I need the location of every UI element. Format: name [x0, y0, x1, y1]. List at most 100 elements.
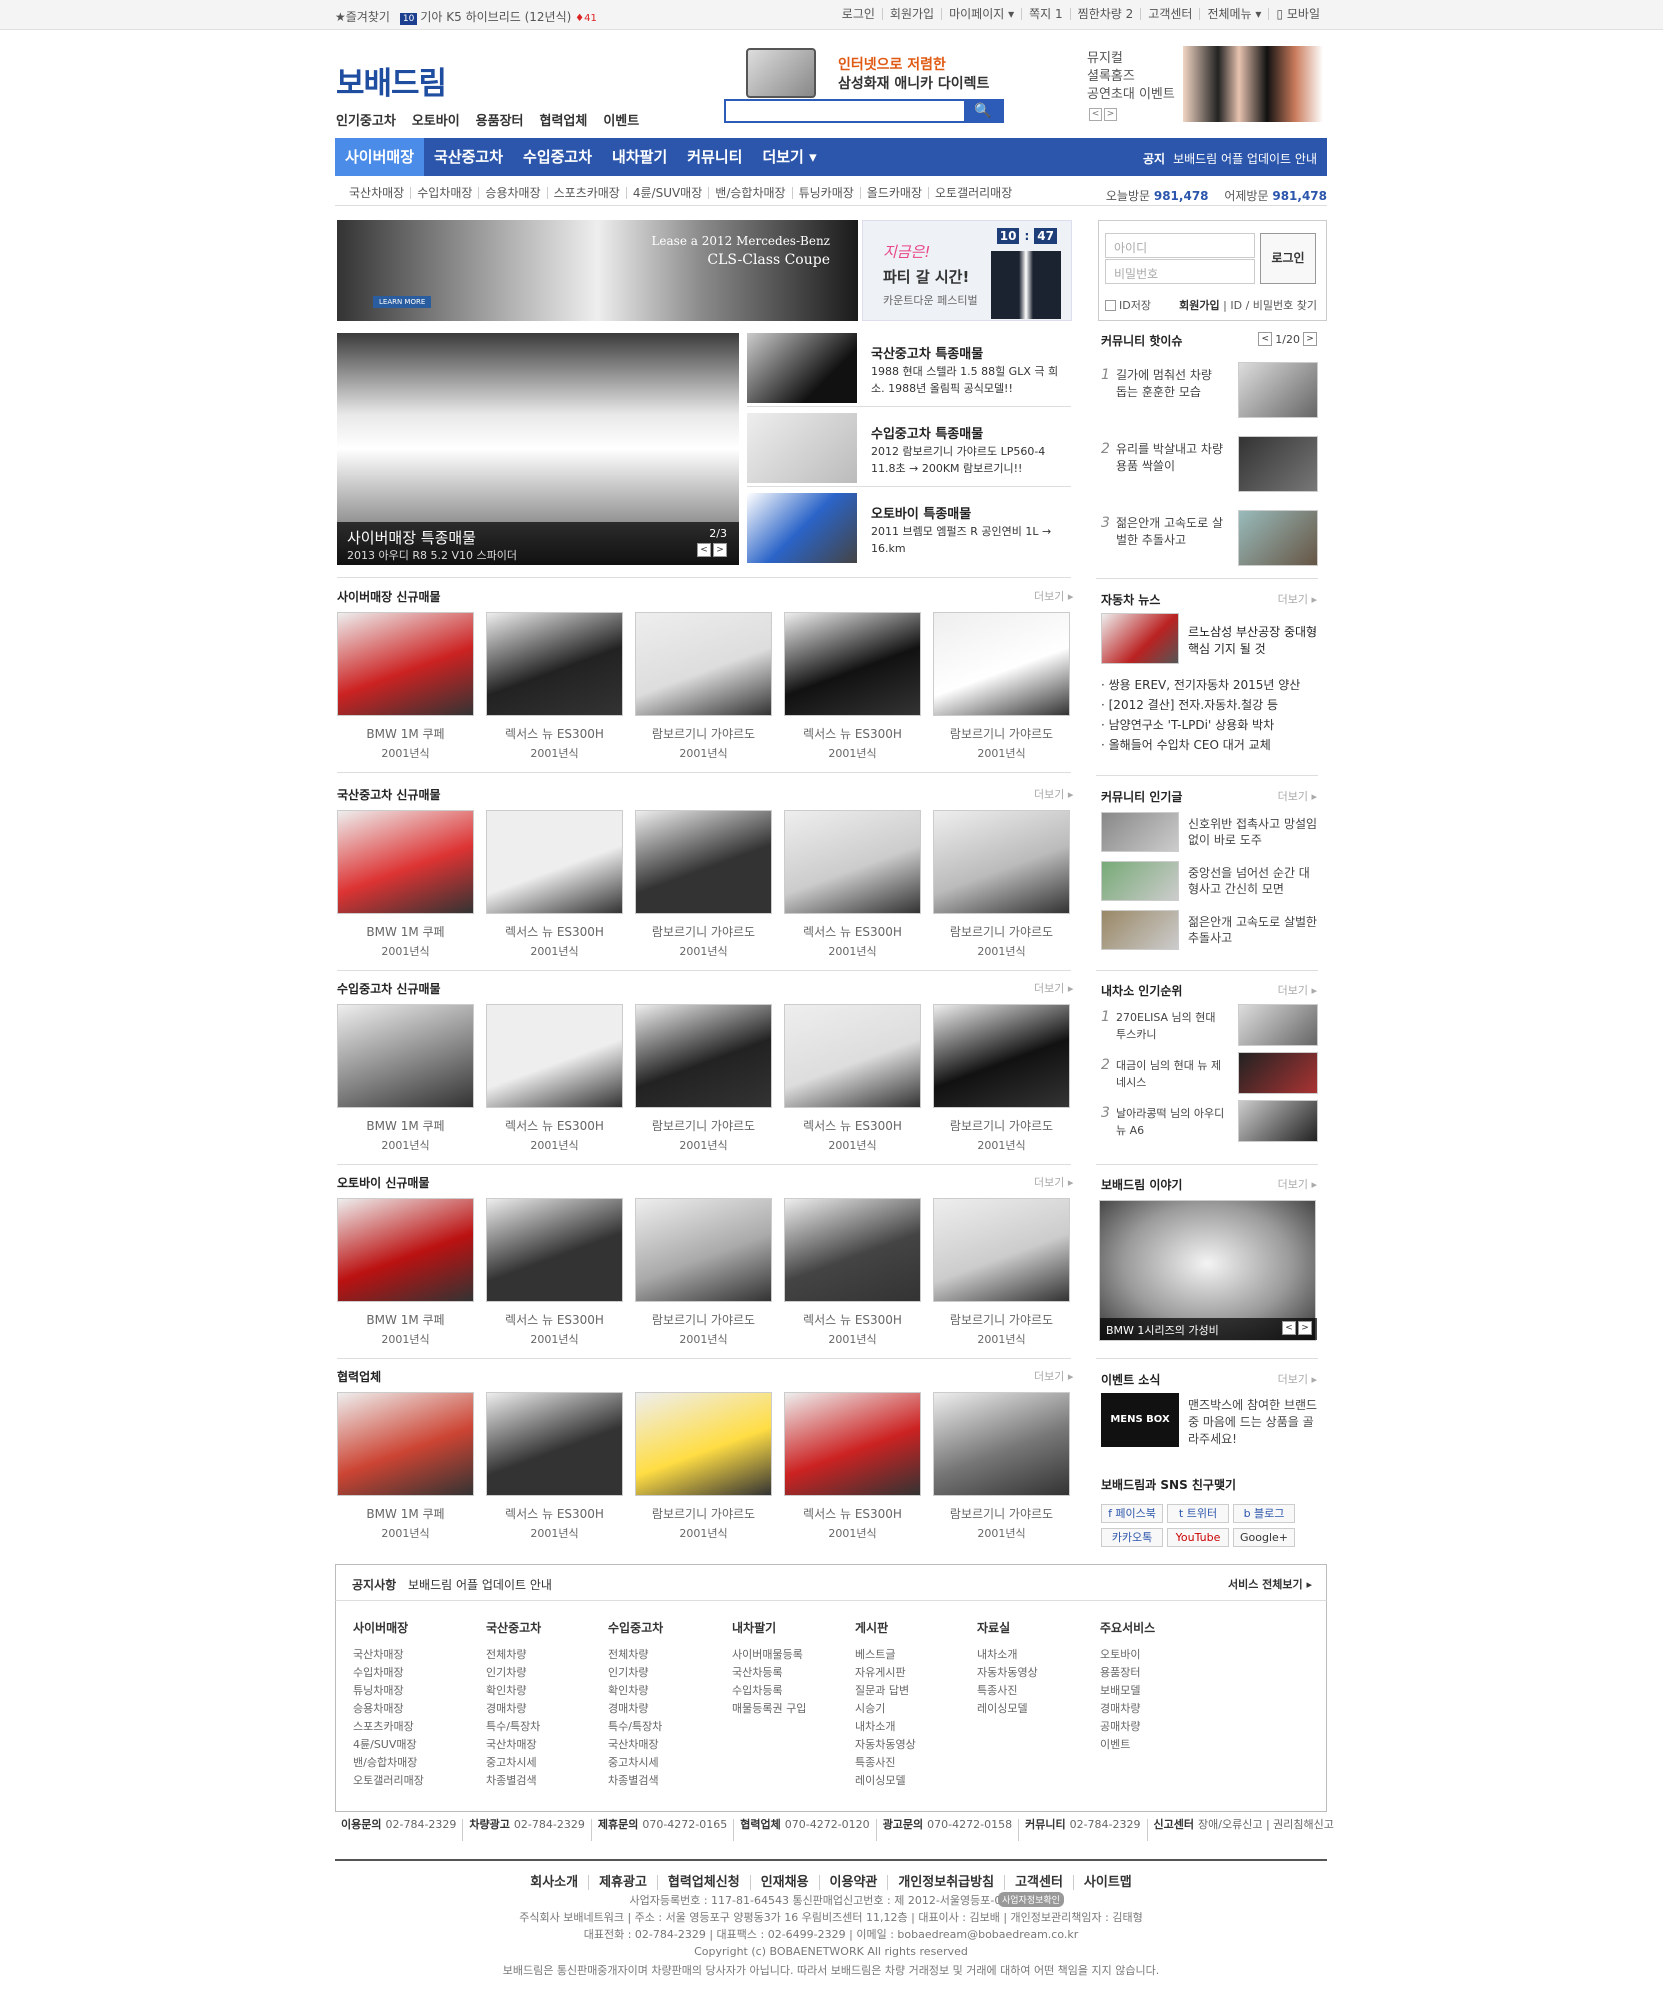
sitemap-link[interactable]: 특수/특장차: [486, 1718, 541, 1736]
list-item[interactable]: 2 유리를 박살내고 차량용품 싹쓸이: [1096, 436, 1318, 494]
wishlist-link[interactable]: 찜한차량 2: [1069, 8, 1141, 20]
sitemap-heading[interactable]: 주요서비스: [1100, 1619, 1155, 1636]
countdown-banner[interactable]: 10:47 지금은! 파티 갈 시간! 카운트다운 페스티벌: [862, 220, 1072, 321]
sitemap-link[interactable]: 내차소개: [977, 1646, 1038, 1664]
business-info-badge[interactable]: 사업자정보확인: [998, 1892, 1064, 1907]
youtube-button[interactable]: YouTube: [1167, 1528, 1229, 1547]
listing-card[interactable]: BMW 1M 쿠페 2001년식: [337, 612, 474, 761]
prev-icon[interactable]: <: [697, 543, 711, 557]
listing-name[interactable]: 람보르기니 가야르도: [635, 1505, 772, 1522]
listing-name[interactable]: 렉서스 뉴 ES300H: [784, 725, 921, 742]
listing-photo[interactable]: [337, 810, 474, 914]
sitemap-link[interactable]: 특종사진: [977, 1682, 1038, 1700]
sitemap-link[interactable]: 차종별검색: [486, 1772, 541, 1790]
sitemap-link[interactable]: 4륜/SUV매장: [353, 1736, 424, 1754]
sitemap-link[interactable]: 사이버매물등록: [732, 1646, 806, 1664]
sitemap-heading[interactable]: 국산중고차: [486, 1619, 541, 1636]
subnav-item[interactable]: 수입차매장: [410, 187, 478, 199]
listing-card[interactable]: 람보르기니 가야르도 2001년식: [933, 810, 1070, 959]
all-services-link[interactable]: 서비스 전체보기 ▸: [1228, 1576, 1312, 1592]
footer-link[interactable]: 이용약관: [818, 1875, 888, 1890]
listing-card[interactable]: 람보르기니 가야르도 2001년식: [933, 1198, 1070, 1347]
listing-name[interactable]: 렉서스 뉴 ES300H: [784, 923, 921, 940]
find-account-link[interactable]: ID / 비밀번호 찾기: [1230, 299, 1317, 312]
footer-link[interactable]: 개인정보취급방침: [887, 1875, 1005, 1890]
quick-nav-event[interactable]: 이벤트: [603, 110, 639, 129]
sitemap-link[interactable]: 수입차매장: [353, 1664, 424, 1682]
listing-photo[interactable]: [784, 810, 921, 914]
listing-name[interactable]: 렉서스 뉴 ES300H: [486, 1505, 623, 1522]
listing-card[interactable]: 렉서스 뉴 ES300H 2001년식: [784, 1392, 921, 1541]
listing-photo[interactable]: [486, 612, 623, 716]
sitemap-heading[interactable]: 자료실: [977, 1619, 1038, 1636]
listing-name[interactable]: 렉서스 뉴 ES300H: [784, 1505, 921, 1522]
listing-photo[interactable]: [635, 810, 772, 914]
sitemap-link[interactable]: 내차소개: [855, 1718, 916, 1736]
listing-card[interactable]: 렉서스 뉴 ES300H 2001년식: [784, 1004, 921, 1153]
sitemap-heading[interactable]: 내차팔기: [732, 1619, 806, 1636]
password-field[interactable]: 비밀번호: [1105, 259, 1255, 284]
listing-name[interactable]: 람보르기니 가야르도: [933, 725, 1070, 742]
sitemap-link[interactable]: 국산차매장: [486, 1736, 541, 1754]
listing-photo[interactable]: [784, 1198, 921, 1302]
listing-photo[interactable]: [635, 612, 772, 716]
listing-card[interactable]: 렉서스 뉴 ES300H 2001년식: [486, 810, 623, 959]
listing-name[interactable]: 렉서스 뉴 ES300H: [784, 1311, 921, 1328]
subnav-item[interactable]: 오토갤러리매장: [927, 187, 1018, 199]
story-image[interactable]: BMW 1시리즈의 가성비 < >: [1099, 1200, 1317, 1341]
sitemap-link[interactable]: 국산차매장: [608, 1736, 663, 1754]
sitemap-link[interactable]: 경매차량: [486, 1700, 541, 1718]
more-link[interactable]: 더보기 ▸: [1034, 980, 1073, 996]
listing-card[interactable]: 렉서스 뉴 ES300H 2001년식: [784, 810, 921, 959]
listing-card[interactable]: BMW 1M 쿠페 2001년식: [337, 1392, 474, 1541]
listing-name[interactable]: 람보르기니 가야르도: [635, 1117, 772, 1134]
favorites-link[interactable]: ★즐겨찾기: [335, 8, 390, 25]
login-link[interactable]: 로그인: [835, 8, 882, 20]
listing-photo[interactable]: [933, 1198, 1070, 1302]
listing-photo[interactable]: [337, 612, 474, 716]
listing-card[interactable]: BMW 1M 쿠페 2001년식: [337, 1004, 474, 1153]
sitemap-link[interactable]: 이벤트: [1100, 1736, 1155, 1754]
listing-card[interactable]: 렉서스 뉴 ES300H 2001년식: [486, 1198, 623, 1347]
listing-card[interactable]: 렉서스 뉴 ES300H 2001년식: [486, 1392, 623, 1541]
listing-name[interactable]: BMW 1M 쿠페: [337, 1505, 474, 1522]
nav-import-used[interactable]: 수입중고차: [513, 138, 602, 176]
listing-name[interactable]: BMW 1M 쿠페: [337, 725, 474, 742]
prev-icon[interactable]: <: [1258, 332, 1273, 346]
sitemap-link[interactable]: 국산차등록: [732, 1664, 806, 1682]
subnav-item[interactable]: 4륜/SUV매장: [625, 187, 708, 199]
id-field[interactable]: 아이디: [1105, 233, 1255, 258]
nav-more[interactable]: 더보기 ▾: [752, 138, 826, 176]
news-item[interactable]: · [2012 결산] 전자.자동차.철강 등: [1101, 695, 1300, 715]
sitemap-link[interactable]: 밴/승합차매장: [353, 1754, 424, 1772]
event-text[interactable]: 맨즈박스에 참여한 브랜드 중 마음에 드는 상품을 골라주세요!: [1188, 1397, 1318, 1448]
listing-photo[interactable]: [784, 1004, 921, 1108]
more-link[interactable]: 더보기 ▸: [1034, 1174, 1073, 1190]
listing-card[interactable]: 람보르기니 가야르도 2001년식: [933, 1004, 1070, 1153]
listing-name[interactable]: 람보르기니 가야르도: [933, 1505, 1070, 1522]
sitemap-link[interactable]: 질문과 답변: [855, 1682, 916, 1700]
news-item[interactable]: · 남양연구소 'T-LPDi' 상용화 박차: [1101, 715, 1300, 735]
item-text[interactable]: 젊은안개 고속도로 살벌한 추돌사고: [1188, 914, 1318, 946]
quick-nav-market[interactable]: 용품장터: [476, 110, 524, 129]
quick-nav-partners[interactable]: 협력업체: [540, 110, 588, 129]
listing-photo[interactable]: [933, 612, 1070, 716]
listing-card[interactable]: 렉서스 뉴 ES300H 2001년식: [486, 612, 623, 761]
item-thumbnail[interactable]: [1101, 861, 1179, 901]
all-menu-link[interactable]: 전체메뉴 ▾: [1199, 8, 1268, 20]
next-icon[interactable]: >: [1303, 332, 1317, 346]
more-link[interactable]: 더보기 ▸: [1278, 982, 1317, 998]
sitemap-link[interactable]: 튜닝차매장: [353, 1682, 424, 1700]
item-thumbnail[interactable]: [1101, 812, 1179, 852]
sitemap-link[interactable]: 매물등록권 구입: [732, 1700, 806, 1718]
listing-photo[interactable]: [784, 1392, 921, 1496]
sitemap-link[interactable]: 경매차량: [608, 1700, 663, 1718]
listing-name[interactable]: BMW 1M 쿠페: [337, 1311, 474, 1328]
sitemap-link[interactable]: 확인차량: [486, 1682, 541, 1700]
news-item[interactable]: · 올해들어 수입차 CEO 대거 교체: [1101, 735, 1300, 755]
footer-notice-text[interactable]: 보배드림 어플 업데이트 안내: [408, 1576, 552, 1593]
listing-card[interactable]: 람보르기니 가야르도 2001년식: [635, 810, 772, 959]
event-thumbnail[interactable]: MENS BOX: [1101, 1393, 1179, 1447]
listing-card[interactable]: 람보르기니 가야르도 2001년식: [635, 612, 772, 761]
quick-nav-popular[interactable]: 인기중고차: [336, 110, 396, 129]
